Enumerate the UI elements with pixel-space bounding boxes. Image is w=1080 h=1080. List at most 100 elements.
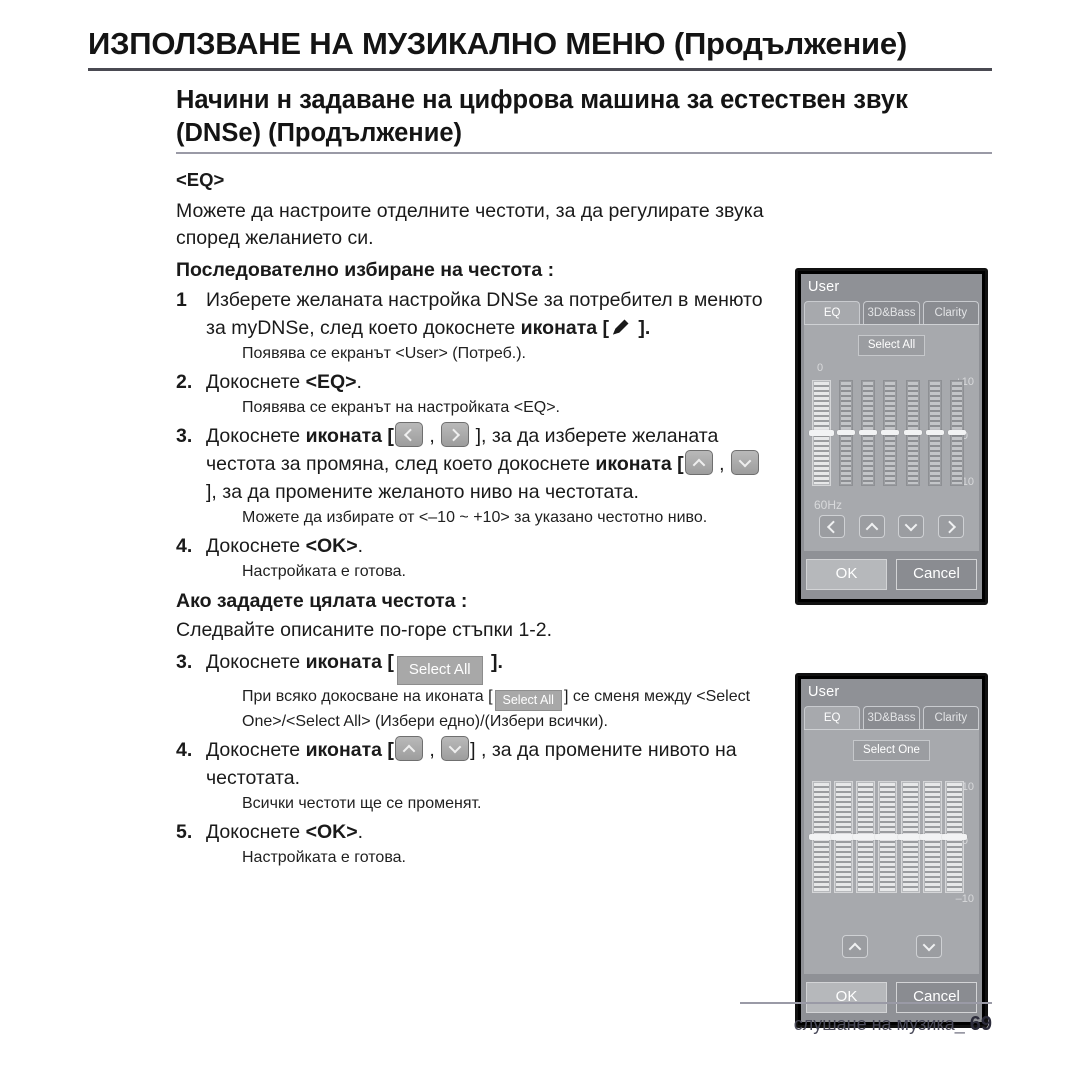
select-button-row: Select All [804, 333, 979, 360]
step-2: 2. Докоснете <EQ>. [176, 368, 776, 396]
tab-clarity[interactable]: Clarity [922, 706, 979, 729]
step-1-text-a: Изберете желаната настройка DNSe за потр… [206, 289, 763, 339]
step-5b-note: Настройката е готова. [242, 849, 406, 866]
eq-slider[interactable] [947, 380, 966, 486]
step-4-text: Докоснете <OK>. [206, 532, 776, 560]
page-number: 69 [969, 1013, 992, 1035]
step-2-text: Докоснете <EQ>. [206, 368, 776, 396]
scale-minus10-label: –10 [955, 893, 974, 905]
chevron-down-icon[interactable] [441, 736, 470, 761]
nav-up-icon[interactable] [841, 935, 868, 958]
ok-button[interactable]: OK [806, 982, 887, 1013]
device-footer-bar: OK Cancel [801, 551, 982, 599]
eq-slider[interactable] [875, 781, 901, 893]
nav-up-icon[interactable] [858, 515, 885, 538]
device-screen: User EQ 3D&Bass Clarity Select All 0 +10… [801, 274, 982, 599]
step-3-text-d: [ [671, 453, 684, 475]
eq-slider[interactable] [853, 781, 879, 893]
step-3b-text-a: Докоснете [206, 651, 306, 673]
eq-slider[interactable] [903, 380, 922, 486]
step-3-number: 3. [176, 425, 193, 447]
nav-left-icon[interactable] [818, 515, 845, 538]
device-panel: Select One +10 0 –10 [804, 729, 979, 974]
nav-down-icon[interactable] [915, 935, 942, 958]
nav-down-icon[interactable] [898, 515, 925, 538]
eq-slider-thumb[interactable] [941, 833, 967, 840]
instructions-body: <EQ> Можете да настроите отделните често… [176, 168, 776, 872]
footer-caption: слушане на музика [793, 1014, 955, 1034]
step-4-number: 4. [176, 535, 193, 557]
tab-eq[interactable]: EQ [804, 301, 861, 324]
step-2-bold: <EQ> [305, 371, 357, 393]
step-2-text-a: Докоснете [206, 371, 306, 393]
step-3b-note: При всяко докосване на иконата [Select A… [242, 686, 776, 733]
step-4b-note: Всички честоти ще се променят. [242, 795, 482, 812]
device-screen-title: User [808, 684, 840, 700]
eq-slider-thumb[interactable] [897, 833, 923, 840]
step-1-text-b: [ [597, 317, 610, 339]
cancel-button[interactable]: Cancel [896, 559, 977, 590]
pencil-icon[interactable] [610, 316, 632, 338]
step-1-note: Появява се екранът <User> (Потреб.). [242, 345, 526, 362]
tab-clarity[interactable]: Clarity [922, 301, 979, 324]
select-all-chip[interactable]: Select All [396, 656, 483, 685]
tab-eq[interactable]: EQ [804, 706, 861, 729]
eq-slider-thumb[interactable] [859, 429, 878, 435]
step-4b-text-a: Докоснете [206, 739, 306, 761]
step-4: 4. Докоснете <OK>. [176, 532, 776, 560]
step-3-note: Можете да избирате от <–10 ~ +10> за ука… [242, 509, 708, 526]
step-5b-text-b: . [357, 821, 364, 843]
eq-slider[interactable] [859, 380, 878, 486]
subheading-sequential: Последователно избиране на честота : [176, 259, 555, 281]
eq-tag-heading: <EQ> [176, 169, 225, 190]
eq-slider[interactable] [881, 380, 900, 486]
eq-slider-thumb[interactable] [881, 429, 900, 435]
eq-slider-thumb[interactable] [875, 833, 901, 840]
eq-slider[interactable] [837, 380, 856, 486]
eq-slider[interactable] [809, 380, 834, 486]
follow-steps-paragraph: Следвайте описаните по-горе стъпки 1-2. [176, 619, 553, 641]
eq-slider-thumb[interactable] [925, 429, 944, 435]
tab-3dbass[interactable]: 3D&Bass [863, 301, 920, 324]
device-nav-row [804, 510, 979, 545]
step-4b-number: 4. [176, 739, 193, 761]
eq-slider[interactable] [941, 781, 967, 893]
step-4b-comma: , [423, 739, 441, 761]
eq-slider[interactable] [919, 781, 945, 893]
equalizer-area: +10 0 –10 [808, 767, 975, 927]
select-one-button[interactable]: Select One [853, 740, 930, 761]
step-4-text-b: . [357, 535, 364, 557]
chevron-down-icon[interactable] [730, 450, 759, 475]
chevron-up-icon[interactable] [394, 736, 423, 761]
step-3b-note-a: При всяко докосване на иконата [ [242, 688, 493, 705]
tab-3dbass[interactable]: 3D&Bass [863, 706, 920, 729]
chevron-left-icon[interactable] [394, 422, 423, 447]
eq-sliders [809, 380, 966, 486]
select-all-button[interactable]: Select All [857, 335, 926, 356]
step-3-comma-2: , [713, 453, 730, 475]
eq-slider[interactable] [809, 781, 834, 893]
step-4b-text: Докоснете иконата [ , ] , за да променит… [206, 736, 776, 792]
cancel-button[interactable]: Cancel [896, 982, 977, 1013]
step-3-comma-1: , [423, 425, 441, 447]
chevron-up-icon[interactable] [684, 450, 713, 475]
eq-slider-thumb[interactable] [809, 429, 834, 436]
section-divider [176, 152, 992, 154]
chevron-right-icon[interactable] [441, 422, 470, 447]
eq-slider[interactable] [831, 781, 857, 893]
device-tabs: EQ 3D&Bass Clarity [801, 301, 982, 324]
step-5b-text-a: Докоснете [206, 821, 306, 843]
footer: слушане на музика_ 69 [794, 1013, 992, 1036]
eq-sliders [809, 781, 967, 893]
select-all-chip-inline[interactable]: Select All [494, 690, 562, 711]
eq-slider-thumb[interactable] [903, 429, 922, 435]
step-3-text-a: Докоснете [206, 425, 306, 447]
step-3-text-e: ], за да промените желаното ниво на чест… [206, 481, 639, 503]
step-3-bold-2: иконата [595, 453, 672, 475]
eq-slider[interactable] [925, 380, 944, 486]
eq-slider-thumb[interactable] [837, 429, 856, 435]
nav-right-icon[interactable] [938, 515, 965, 538]
eq-slider-thumb[interactable] [947, 429, 966, 435]
ok-button[interactable]: OK [806, 559, 887, 590]
eq-slider[interactable] [897, 781, 923, 893]
